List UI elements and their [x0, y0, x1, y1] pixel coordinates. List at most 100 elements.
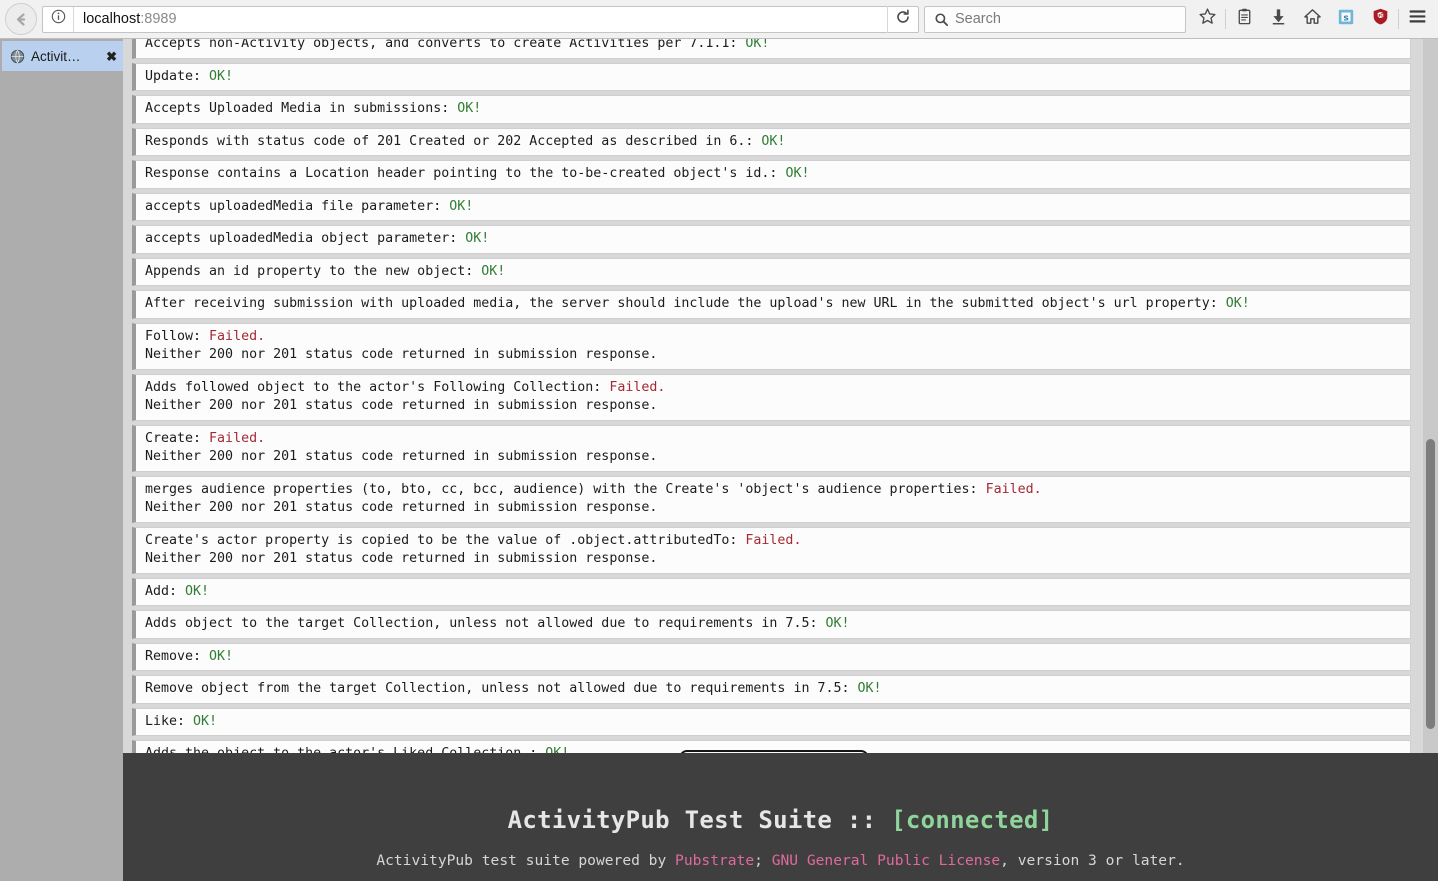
test-result-label: Remove: — [145, 648, 210, 664]
gpl-license-link[interactable]: GNU General Public License — [772, 852, 1000, 869]
test-result-label: Adds followed object to the actor's Foll… — [145, 379, 610, 395]
test-results-viewport: Accepts non-Activity objects, and conver… — [123, 39, 1423, 759]
sidebar-tab-activitypub[interactable]: Activit… ✖ — [2, 41, 123, 71]
evernote-extension-button[interactable]: s — [1329, 4, 1363, 34]
test-result-row[interactable]: Add: OK! — [132, 577, 1411, 606]
test-result-status: OK! — [1225, 296, 1250, 311]
ublock-origin-icon: uO — [1371, 7, 1390, 31]
test-result-label: Update: — [145, 68, 210, 84]
test-result-status: OK! — [761, 133, 786, 149]
test-result-row[interactable]: Remove: OK! — [132, 642, 1411, 671]
page-content: Accepts non-Activity objects, and conver… — [123, 39, 1438, 881]
test-result-row[interactable]: Adds object to the target Collection, un… — [132, 610, 1411, 639]
test-result-detail: Neither 200 nor 201 status code returned… — [145, 449, 658, 464]
site-footer: ActivityPub Test Suite :: [connected] Ac… — [123, 753, 1438, 881]
hamburger-menu-icon — [1407, 6, 1428, 32]
test-result-row[interactable]: Accepts non-Activity objects, and conver… — [132, 39, 1411, 59]
back-button[interactable] — [5, 3, 37, 35]
test-result-status: Failed. — [609, 379, 666, 395]
test-result-row[interactable]: merges audience properties (to, bto, cc,… — [132, 475, 1411, 523]
vertical-scrollbar[interactable] — [1423, 39, 1438, 759]
test-result-label: Create's actor property is copied to be … — [145, 532, 746, 548]
toolbar-separator — [1225, 9, 1226, 29]
test-result-row[interactable]: accepts uploadedMedia file parameter: OK… — [132, 192, 1411, 221]
bookmark-star-button[interactable] — [1190, 4, 1224, 34]
test-result-status: Failed. — [745, 532, 802, 548]
test-result-row[interactable]: Update: OK! — [132, 62, 1411, 91]
test-result-row[interactable]: Like: OK! — [132, 707, 1411, 736]
test-result-status: OK! — [209, 68, 234, 84]
test-result-label: Like: — [145, 713, 194, 729]
pubstrate-link[interactable]: Pubstrate — [675, 852, 754, 869]
browser-toolbar: localhost:8989 Search s uO — [0, 0, 1438, 39]
test-result-label: Appends an id property to the new object… — [145, 263, 482, 279]
test-result-status: OK! — [209, 648, 234, 664]
test-result-row[interactable]: Follow: Failed. Neither 200 nor 201 statu… — [132, 322, 1411, 370]
url-text[interactable]: localhost:8989 — [74, 11, 887, 27]
toolbar-icon-group: s uO — [1190, 4, 1438, 34]
reload-button[interactable] — [887, 5, 918, 33]
test-result-status: Failed. — [209, 328, 266, 344]
test-result-row[interactable]: Accepts Uploaded Media in submissions: O… — [132, 95, 1411, 124]
test-result-row[interactable]: Adds followed object to the actor's Foll… — [132, 373, 1411, 421]
test-result-row[interactable]: Responds with status code of 201 Created… — [132, 127, 1411, 156]
close-icon[interactable]: ✖ — [102, 50, 117, 63]
footer-title-main: ActivityPub Test Suite :: — [507, 806, 892, 834]
reader-list-button[interactable] — [1227, 4, 1261, 34]
test-result-status: OK! — [465, 231, 490, 246]
test-result-row[interactable]: accepts uploadedMedia object parameter: … — [132, 225, 1411, 254]
test-result-label: Add: — [145, 583, 186, 599]
site-identity-box[interactable] — [43, 6, 74, 32]
test-result-label: merges audience properties (to, bto, cc,… — [145, 481, 986, 497]
test-result-status: OK! — [185, 583, 210, 599]
globe-icon — [10, 49, 25, 64]
tab-sidebar: Activit… ✖ — [0, 39, 123, 881]
test-result-label: accepts uploadedMedia object parameter: — [145, 231, 466, 246]
reader-list-icon — [1235, 7, 1254, 31]
test-result-label: Create: — [145, 430, 210, 446]
bookmark-star-icon — [1198, 7, 1217, 31]
search-bar[interactable]: Search — [924, 5, 1186, 33]
svg-text:uO: uO — [1377, 13, 1384, 19]
toolbar-separator — [1398, 9, 1399, 29]
test-result-status: OK! — [745, 39, 770, 51]
test-result-row[interactable]: Create's actor property is copied to be … — [132, 526, 1411, 574]
reload-icon — [895, 9, 911, 30]
test-result-row[interactable]: Remove object from the target Collection… — [132, 675, 1411, 704]
test-result-row[interactable]: Appends an id property to the new object… — [132, 257, 1411, 286]
back-arrow-icon — [13, 11, 30, 28]
downloads-button[interactable] — [1261, 4, 1295, 34]
test-result-label: accepts uploadedMedia file parameter: — [145, 198, 450, 214]
ublock-origin-button[interactable]: uO — [1363, 4, 1397, 34]
sidebar-tab-label: Activit… — [31, 48, 81, 64]
url-port: :8989 — [140, 11, 177, 27]
search-input-placeholder[interactable]: Search — [955, 11, 1001, 27]
test-result-row[interactable]: After receiving submission with uploaded… — [132, 290, 1411, 319]
downloads-icon — [1269, 7, 1288, 31]
home-icon — [1303, 7, 1322, 31]
test-results-list: Accepts non-Activity objects, and conver… — [132, 39, 1411, 759]
evernote-extension-icon: s — [1337, 8, 1355, 31]
footer-credits: ActivityPub test suite powered by Pubstr… — [123, 852, 1438, 869]
address-bar[interactable]: localhost:8989 — [42, 5, 919, 33]
test-result-status: OK! — [449, 198, 474, 214]
test-result-label: Accepts non-Activity objects, and conver… — [145, 39, 746, 51]
test-result-label: Response contains a Location header poin… — [145, 166, 786, 181]
search-icon — [925, 12, 955, 27]
test-result-label: Responds with status code of 201 Created… — [145, 133, 762, 149]
url-host: localhost — [83, 11, 141, 27]
test-result-status: OK! — [857, 681, 882, 696]
home-button[interactable] — [1295, 4, 1329, 34]
test-result-detail: Neither 200 nor 201 status code returned… — [145, 398, 658, 413]
scrollbar-thumb[interactable] — [1426, 439, 1435, 729]
footer-title: ActivityPub Test Suite :: [connected] — [123, 806, 1438, 834]
test-result-status: Failed. — [209, 430, 266, 446]
test-result-label: Remove object from the target Collection… — [145, 681, 858, 696]
test-result-status: OK! — [785, 166, 810, 181]
test-result-row[interactable]: Response contains a Location header poin… — [132, 160, 1411, 189]
info-icon — [51, 9, 66, 29]
hamburger-menu-button[interactable] — [1400, 4, 1434, 34]
test-result-detail: Neither 200 nor 201 status code returned… — [145, 551, 658, 566]
svg-text:s: s — [1343, 13, 1348, 23]
test-result-row[interactable]: Create: Failed. Neither 200 nor 201 statu… — [132, 424, 1411, 472]
